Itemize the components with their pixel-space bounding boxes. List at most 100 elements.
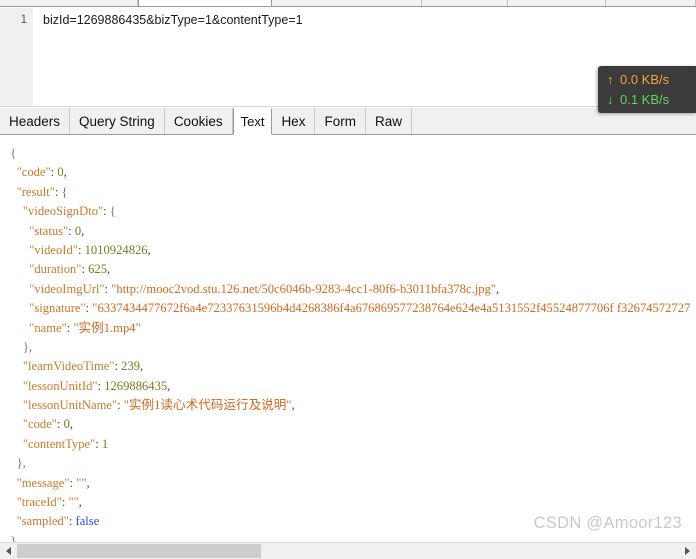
json-token: }, xyxy=(22,339,33,354)
arrow-left-icon xyxy=(6,547,11,555)
json-line: { xyxy=(4,144,696,163)
json-token: "" xyxy=(68,495,79,510)
tab-headers[interactable]: Headers xyxy=(0,108,71,134)
tab-strip-6[interactable] xyxy=(606,0,696,6)
json-line: "lessonUnitId": 1269886435, xyxy=(4,377,696,396)
json-token: , xyxy=(140,359,144,374)
upload-speed-value: 0.0 KB/s xyxy=(620,72,670,87)
tab-query-string-label: Query String xyxy=(79,113,155,129)
json-token: : xyxy=(56,417,64,432)
json-line: } xyxy=(4,532,696,542)
tab-strip-5[interactable] xyxy=(508,0,606,6)
json-line: "traceId": "", xyxy=(4,493,696,512)
json-token: , xyxy=(107,262,111,277)
arrow-down-icon: ↓ xyxy=(607,92,614,107)
arrow-right-icon xyxy=(685,547,690,555)
json-token: { xyxy=(61,184,68,199)
json-token: { xyxy=(109,204,116,219)
json-line: }, xyxy=(4,454,696,473)
scrollbar-track[interactable] xyxy=(17,543,679,559)
request-body-text[interactable]: bizId=1269886435&bizType=1&contentType=1 xyxy=(34,8,696,106)
json-token: 1269886435 xyxy=(104,378,168,393)
arrow-up-icon: ↑ xyxy=(607,72,614,87)
json-token: , xyxy=(291,398,295,413)
json-token: { xyxy=(10,146,17,160)
json-token: "lessonUnitId" xyxy=(22,378,98,393)
json-token: "videoId" xyxy=(29,242,78,257)
json-token: "6337434477672f6a4e72337631596b4d4268386… xyxy=(92,301,691,316)
tab-raw[interactable]: Raw xyxy=(365,108,412,134)
json-token: , xyxy=(86,475,90,490)
tab-strip-4[interactable] xyxy=(422,0,508,6)
json-token: "message" xyxy=(16,475,70,490)
upload-speed-row: ↑ 0.0 KB/s xyxy=(607,70,688,90)
json-token: "duration" xyxy=(29,262,82,277)
tab-strip-3[interactable] xyxy=(272,0,422,6)
json-token: "result" xyxy=(16,184,55,199)
json-token: "sampled" xyxy=(16,514,69,529)
json-token: "name" xyxy=(29,320,67,335)
tab-raw-label: Raw xyxy=(374,113,402,129)
json-token: 625 xyxy=(88,262,107,277)
json-token: , xyxy=(63,165,67,180)
json-token: : xyxy=(68,223,75,238)
json-token: : xyxy=(117,398,124,413)
top-tab-strip xyxy=(0,0,696,7)
json-line: "code": 0, xyxy=(4,415,696,434)
json-token: : xyxy=(68,514,76,529)
json-token: "learnVideoTime" xyxy=(22,359,115,374)
json-token: : xyxy=(77,242,85,257)
horizontal-scrollbar[interactable] xyxy=(0,542,696,559)
json-token: "http://mooc2vod.stu.126.net/50c6046b-92… xyxy=(111,281,496,296)
json-token: "traceId" xyxy=(16,495,62,510)
json-line: "result": { xyxy=(4,183,696,202)
json-line: "duration": 625, xyxy=(4,260,696,279)
json-token: , xyxy=(167,378,171,393)
json-token: 1 xyxy=(101,436,109,451)
json-line: "contentType": 1 xyxy=(4,435,696,454)
json-token: } xyxy=(10,533,17,542)
tab-form-label: Form xyxy=(324,113,356,129)
tab-cookies[interactable]: Cookies xyxy=(164,108,233,134)
tab-headers-label: Headers xyxy=(9,113,61,129)
json-line: }, xyxy=(4,338,696,357)
response-body-pane[interactable]: { "code": 0, "result": { "videoSignDto":… xyxy=(0,136,696,542)
json-token: , xyxy=(495,281,500,296)
json-line: "videoSignDto": { xyxy=(4,202,696,221)
json-line: "learnVideoTime": 239, xyxy=(4,357,696,376)
line-number-gutter: 1 xyxy=(0,8,33,106)
json-token: 239 xyxy=(121,359,141,374)
json-line: "message": "", xyxy=(4,474,696,493)
json-line: "videoImgUrl": "http://mooc2vod.stu.126.… xyxy=(4,280,696,299)
scroll-left-button[interactable] xyxy=(0,543,17,559)
json-token: , xyxy=(81,223,85,238)
json-token: : xyxy=(95,436,102,451)
tab-form[interactable]: Form xyxy=(315,108,366,134)
inspector-tabbar: Headers Query String Cookies Text Hex Fo… xyxy=(0,108,696,135)
json-token: "实例1读心术代码运行及说明" xyxy=(123,398,292,413)
json-token: "code" xyxy=(16,165,51,180)
scroll-right-button[interactable] xyxy=(679,543,696,559)
tab-strip-1[interactable] xyxy=(0,0,138,6)
tab-query-string[interactable]: Query String xyxy=(70,108,165,134)
tab-strip-2[interactable] xyxy=(138,0,272,6)
tab-cookies-label: Cookies xyxy=(173,113,223,129)
json-token: , xyxy=(69,417,74,432)
json-token: }, xyxy=(16,456,26,471)
json-token: false xyxy=(75,514,100,529)
json-token: "videoSignDto" xyxy=(22,204,104,219)
json-line: "code": 0, xyxy=(4,163,696,182)
scrollbar-thumb[interactable] xyxy=(17,544,261,558)
json-token: , xyxy=(78,495,82,510)
tab-text-label: Text xyxy=(240,114,265,129)
json-token: 1010924826 xyxy=(84,242,148,257)
json-token: "contentType" xyxy=(22,436,96,451)
json-token: "lessonUnitName" xyxy=(22,398,118,413)
json-lines-container: { "code": 0, "result": { "videoSignDto":… xyxy=(4,144,696,542)
json-token: : xyxy=(54,184,62,199)
network-speed-overlay[interactable]: ↑ 0.0 KB/s ↓ 0.1 KB/s xyxy=(598,66,696,113)
tab-text[interactable]: Text xyxy=(232,108,273,135)
json-token: "实例1.mp4" xyxy=(73,320,141,335)
json-token: "status" xyxy=(29,223,69,238)
tab-hex[interactable]: Hex xyxy=(272,108,316,134)
